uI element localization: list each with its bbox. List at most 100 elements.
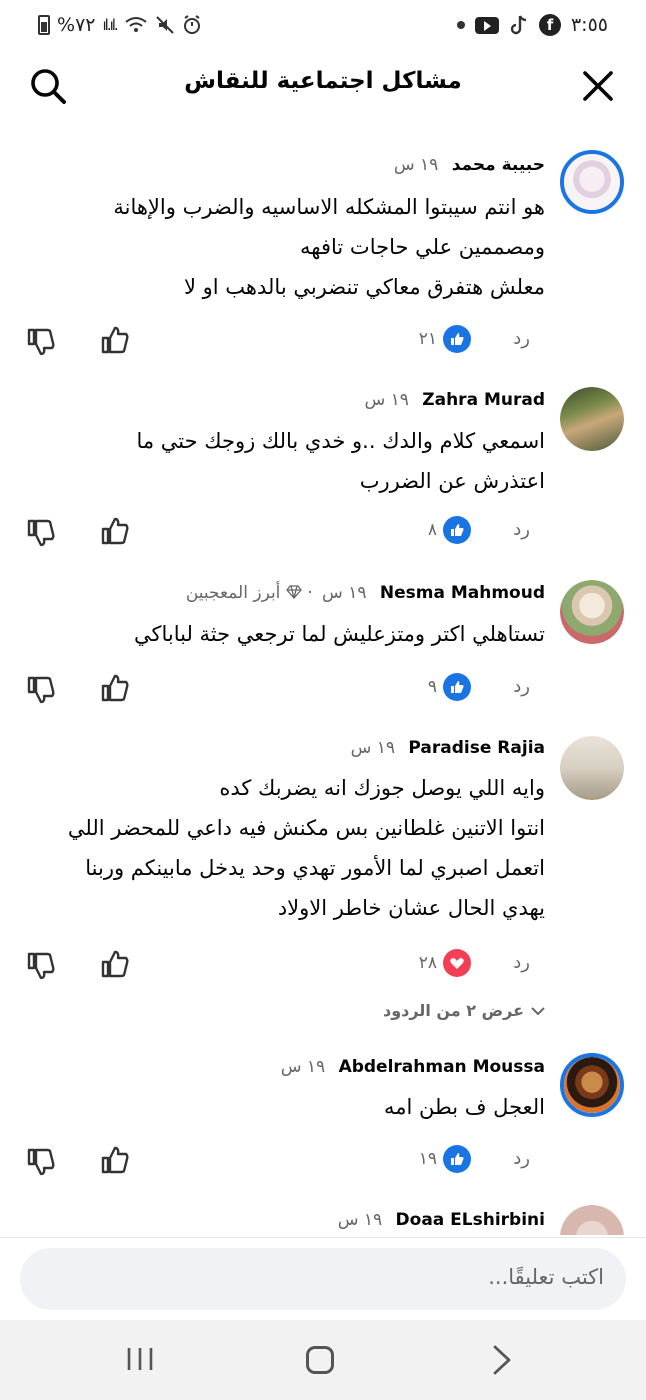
comment-text: اسمعي كلام والدك ..و خدي بالك زوجك حتي م…: [20, 421, 545, 501]
comment-meta: Nesma Mahmoud ١٩ س · أبرز المعجبين: [186, 583, 545, 603]
tiktok-icon: [510, 15, 527, 35]
status-left: %٧٢ ıl.ıl.: [38, 14, 202, 36]
reaction-summary[interactable]: ٢٨: [419, 949, 471, 977]
reaction-count: ١٩: [418, 1149, 437, 1169]
signal-icon: ıl.ıl.: [102, 16, 118, 34]
reply-button[interactable]: رد: [513, 952, 530, 973]
page-title: مشاكل اجتماعية للنقاش: [184, 68, 462, 94]
app-header: مشاكل اجتماعية للنقاش: [0, 52, 646, 122]
reply-button[interactable]: رد: [513, 1148, 530, 1169]
reaction-summary[interactable]: ١٩: [419, 1145, 471, 1173]
thumbs-up-icon[interactable]: [100, 949, 130, 979]
comment: Nesma Mahmoud ١٩ س · أبرز المعجبين تستاه…: [0, 570, 646, 720]
like-reaction-icon: [443, 1145, 471, 1173]
comment-line: انتوا الاتنين غلطانين بس مكنش فيه داعي ل…: [67, 816, 545, 840]
thumbs-up-icon[interactable]: [100, 325, 130, 355]
recent-apps-icon[interactable]: [125, 1346, 155, 1372]
commenter-name[interactable]: Zahra Murad: [422, 390, 545, 410]
chevron-down-icon: [531, 1006, 545, 1015]
comment-line: هو انتم سيبتوا المشكله الاساسيه والضرب و…: [113, 195, 545, 219]
comment-line: اعتذرش عن الضررب: [359, 469, 545, 493]
comment-meta: Doaa ELshirbini ١٩ س: [338, 1210, 545, 1230]
home-icon[interactable]: [306, 1346, 334, 1374]
reaction-summary[interactable]: ٨: [428, 516, 471, 544]
comment-time: ١٩ س: [280, 1057, 326, 1077]
reply-button[interactable]: رد: [513, 328, 530, 349]
battery-icon: [38, 15, 50, 35]
notification-dot-icon: [456, 21, 465, 29]
like-reaction-icon: [443, 516, 471, 544]
comment-time: ١٩ س: [337, 1210, 383, 1230]
reaction-count: ٢٨: [418, 953, 437, 973]
like-reaction-icon: [443, 673, 471, 701]
diamond-icon: [285, 585, 302, 599]
comment-text: هو انتم سيبتوا المشكله الاساسيه والضرب و…: [20, 187, 545, 307]
alarm-icon: [183, 15, 200, 34]
comment-line: تستاهلي اكتر ومتزعليش لما ترجعي جثة لباب…: [134, 622, 545, 646]
reply-button[interactable]: رد: [513, 519, 530, 540]
comment-input-placeholder: اكتب تعليقًا...: [488, 1265, 604, 1289]
comment-line: وايه اللي يوصل جوزك انه يضربك كده: [219, 776, 545, 800]
comment-text: العجل ف بطن امه: [20, 1087, 545, 1127]
comment-time: ١٩ س: [322, 583, 367, 603]
avatar[interactable]: [560, 1205, 624, 1235]
commenter-name[interactable]: Doaa ELshirbini: [396, 1210, 545, 1230]
top-fan-badge: · أبرز المعجبين: [185, 583, 313, 603]
comment-time: ١٩ س: [364, 390, 409, 410]
thumbs-up-icon[interactable]: [100, 673, 130, 703]
view-replies-button[interactable]: عرض ٢ من الردود: [383, 1001, 546, 1020]
comment-line: اسمعي كلام والدك ..و خدي بالك زوجك حتي م…: [136, 429, 545, 453]
reaction-summary[interactable]: ٩: [428, 673, 471, 701]
thumbs-down-icon[interactable]: [26, 518, 56, 548]
commenter-name[interactable]: Nesma Mahmoud: [380, 583, 545, 603]
comment-line: معلش هتفرق معاكي تنضربي بالدهب او لا: [184, 275, 545, 299]
commenter-name[interactable]: Paradise Rajia: [408, 738, 545, 758]
commenter-name[interactable]: Abdelrahman Moussa: [339, 1057, 545, 1077]
comment-text: تستاهلي اكتر ومتزعليش لما ترجعي جثة لباب…: [20, 614, 545, 654]
clock: ٣:٥٥: [570, 14, 608, 36]
youtube-icon: [474, 16, 499, 34]
thumbs-down-icon[interactable]: [26, 327, 56, 357]
comment-time: ١٩ س: [350, 738, 395, 758]
commenter-name[interactable]: حبيبة محمد: [452, 155, 545, 175]
reply-button[interactable]: رد: [513, 676, 530, 697]
comment-line: اتعمل اصبري لما الأمور تهدي وحد يدخل ماب…: [85, 856, 545, 880]
comment-line: يهدي الحال عشان خاطر الاولاد: [277, 896, 545, 920]
reaction-summary[interactable]: ٢١: [419, 325, 471, 353]
thumbs-up-icon[interactable]: [100, 516, 130, 546]
wifi-icon: [125, 17, 147, 32]
comment: Doaa ELshirbini ١٩ س: [0, 1197, 646, 1235]
back-icon[interactable]: [487, 1344, 517, 1376]
thumbs-down-icon[interactable]: [26, 1147, 56, 1177]
comment-meta: Paradise Rajia ١٩ س: [351, 738, 545, 758]
battery-level: %٧٢: [57, 14, 96, 36]
comment-composer-bar: اكتب تعليقًا...: [0, 1237, 646, 1320]
status-bar: %٧٢ ıl.ıl. f ٣:٥٥: [0, 0, 646, 52]
avatar[interactable]: [560, 387, 624, 451]
thumbs-down-icon[interactable]: [26, 675, 56, 705]
comment-text: وايه اللي يوصل جوزك انه يضربك كده انتوا …: [20, 768, 545, 928]
reaction-count: ٨: [427, 520, 437, 540]
comments-list[interactable]: حبيبة محمد ١٩ س هو انتم سيبتوا المشكله ا…: [0, 135, 646, 1235]
comment: Abdelrahman Moussa ١٩ س العجل ف بطن امه …: [0, 1052, 646, 1182]
avatar[interactable]: [560, 736, 624, 800]
status-right: f ٣:٥٥: [456, 14, 608, 36]
thumbs-down-icon[interactable]: [26, 951, 56, 981]
avatar[interactable]: [560, 1053, 624, 1117]
comment-line: العجل ف بطن امه: [383, 1095, 545, 1119]
comment-time: ١٩ س: [393, 155, 439, 175]
avatar[interactable]: [560, 580, 624, 644]
close-icon[interactable]: [580, 68, 616, 104]
comment-input[interactable]: اكتب تعليقًا...: [20, 1248, 626, 1310]
comment: Paradise Rajia ١٩ س وايه اللي يوصل جوزك …: [0, 732, 646, 1042]
comment-meta: حبيبة محمد ١٩ س: [394, 155, 545, 175]
facebook-icon: f: [538, 14, 561, 36]
avatar[interactable]: [560, 150, 624, 214]
love-reaction-icon: [443, 949, 471, 977]
comment-meta: Abdelrahman Moussa ١٩ س: [281, 1057, 545, 1077]
top-fan-label: أبرز المعجبين: [185, 583, 281, 603]
mute-icon: [155, 16, 174, 34]
system-nav-bar: [0, 1320, 646, 1400]
thumbs-up-icon[interactable]: [100, 1145, 130, 1175]
view-replies-label: عرض ٢ من الردود: [382, 1001, 524, 1020]
